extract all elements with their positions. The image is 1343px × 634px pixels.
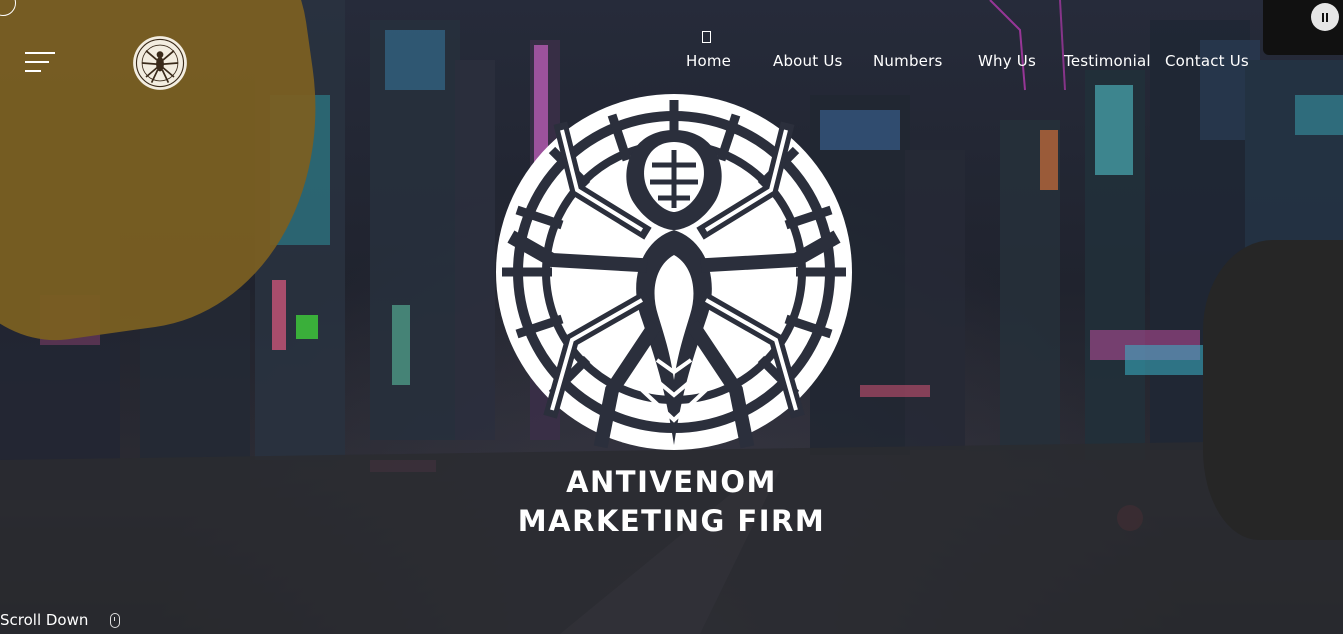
pause-button[interactable]	[1311, 3, 1339, 31]
hero-title-line2: MARKETING FIRM	[517, 504, 826, 538]
nav-home[interactable]: Home	[686, 52, 731, 70]
pause-icon	[1322, 12, 1324, 22]
nav-about-us[interactable]: About Us	[773, 52, 843, 70]
nav-why-us[interactable]: Why Us	[978, 52, 1036, 70]
nav-placeholder-icon	[702, 31, 711, 43]
audio-player	[1263, 0, 1343, 55]
main-nav: Home About Us Numbers Why Us Testimonial…	[0, 52, 1343, 74]
antivenom-emblem-logo	[496, 94, 852, 450]
nav-numbers[interactable]: Numbers	[873, 52, 942, 70]
scroll-down-link[interactable]: Scroll Down	[0, 611, 88, 629]
pause-icon-bar	[1326, 12, 1328, 22]
nav-contact-us[interactable]: Contact Us	[1165, 52, 1249, 70]
mouse-icon	[110, 613, 120, 628]
nav-testimonial[interactable]: Testimonial	[1064, 52, 1151, 70]
hero-title-line1: ANTIVENOM	[566, 465, 777, 499]
